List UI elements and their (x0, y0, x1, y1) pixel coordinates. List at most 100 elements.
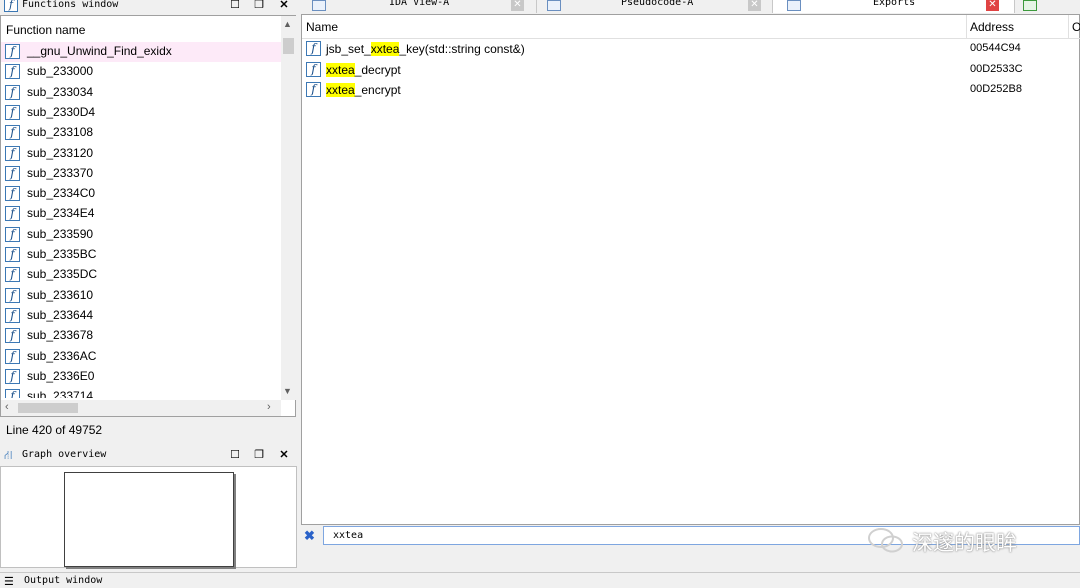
function-list-item[interactable]: f sub_233370 (1, 164, 281, 184)
tab-exports[interactable]: Exports ✕ (773, 0, 1015, 13)
column-divider[interactable] (1068, 15, 1069, 38)
function-name: sub_2335DC (27, 267, 98, 282)
function-list-item[interactable]: f sub_233610 (1, 286, 281, 306)
close-icon[interactable]: ✕ (277, 448, 291, 462)
horizontal-scroll-thumb[interactable] (18, 403, 78, 413)
tab-label: Exports (873, 0, 916, 8)
address-column-header[interactable]: Address (970, 20, 1014, 34)
function-name: sub_2336AC (27, 348, 97, 363)
function-name: sub_2334E4 (27, 206, 95, 221)
function-icon: f (5, 328, 20, 344)
exports-table: Name Address O f jsb_set_xxtea_key(std::s… (301, 14, 1080, 525)
functions-list: f __gnu_Unwind_Find_exidx f sub_233000 f sub_… (1, 42, 281, 398)
export-address: 00D252B8 (970, 83, 1022, 95)
export-row[interactable]: f xxtea_encrypt 00D252B8 (302, 80, 1080, 100)
tab-close-icon[interactable]: ✕ (748, 0, 761, 11)
function-name: sub_233678 (27, 328, 94, 343)
function-icon: f (5, 368, 20, 384)
export-row[interactable]: f jsb_set_xxtea_key(std::string const&) 00… (302, 39, 1080, 59)
function-list-item[interactable]: f sub_233678 (1, 326, 281, 346)
export-name-part: _key(std::string const&) (399, 42, 525, 56)
ordinal-column-header[interactable]: O (1072, 20, 1080, 34)
function-icon: f (5, 287, 20, 303)
search-input-value: xxtea (333, 530, 364, 541)
watermark-text: 深邃的眼眸 (912, 531, 1017, 555)
export-name: jsb_set_xxtea_key(std::string const&) (326, 42, 525, 56)
restore-icon[interactable]: ❐ (252, 448, 266, 462)
tab-bar: IDA View-A ✕ Pseudocode-A ✕ Exports ✕ (302, 0, 1080, 13)
scroll-down-icon[interactable]: ▼ (283, 386, 292, 396)
function-icon: f (5, 44, 20, 59)
export-name: xxtea_encrypt (326, 83, 401, 97)
function-icon: f (5, 226, 20, 242)
function-list-item[interactable]: f sub_233034 (1, 83, 281, 103)
exports-icon (787, 0, 801, 11)
line-status: Line 420 of 49752 (6, 423, 103, 437)
function-name: sub_233610 (27, 287, 94, 302)
graph-overview-title: Graph overview (22, 449, 107, 460)
horizontal-scrollbar[interactable]: ‹ › (1, 400, 281, 416)
graph-overview-panel[interactable] (0, 466, 297, 568)
function-name: sub_2336E0 (27, 368, 95, 383)
maximize-icon[interactable]: ☐ (228, 0, 242, 12)
function-list-item[interactable]: f sub_2335DC (1, 265, 281, 285)
function-list-item[interactable]: f sub_2334C0 (1, 184, 281, 204)
graph-viewport-box[interactable] (64, 472, 234, 567)
function-list-item[interactable]: f __gnu_Unwind_Find_exidx (1, 42, 281, 62)
function-name-header: Function name (6, 23, 86, 37)
tab-pseudocode-a[interactable]: Pseudocode-A ✕ (537, 0, 773, 13)
function-name: sub_233644 (27, 307, 94, 322)
scroll-up-icon[interactable]: ▲ (283, 19, 292, 29)
tab-ida-view-a[interactable]: IDA View-A ✕ (302, 0, 537, 13)
function-list-item[interactable]: f sub_233000 (1, 62, 281, 82)
export-row[interactable]: f xxtea_decrypt 00D2533C (302, 60, 1080, 80)
function-list-item[interactable]: f sub_233644 (1, 306, 281, 326)
function-icon: f (5, 145, 20, 161)
wechat-logo-icon (868, 528, 903, 553)
search-match-highlight: xxtea (370, 42, 400, 56)
functions-status-bar: Line 420 of 49752 (0, 417, 297, 441)
output-window-title: Output window (24, 575, 103, 586)
function-list-item[interactable]: f sub_2335BC (1, 245, 281, 265)
function-name: sub_233370 (27, 165, 94, 180)
scroll-thumb[interactable] (283, 38, 294, 54)
output-icon: ☰ (4, 576, 14, 588)
function-icon: f (5, 64, 20, 80)
functions-window-title: Functions window (22, 0, 119, 10)
scroll-left-icon[interactable]: ‹ (5, 401, 9, 413)
restore-icon[interactable]: ❐ (252, 0, 266, 12)
functions-column-header[interactable]: Function name (1, 16, 281, 43)
export-name-part: jsb_set_ (326, 42, 371, 56)
function-icon: f (5, 389, 20, 398)
tab-strings[interactable] (1015, 0, 1080, 13)
function-list-item[interactable]: f sub_2330D4 (1, 103, 281, 123)
function-name: sub_233120 (27, 145, 94, 160)
function-icon: f (5, 165, 20, 181)
function-list-item[interactable]: f sub_2336AC (1, 347, 281, 367)
function-list-item[interactable]: f sub_233714 (1, 387, 281, 398)
function-list-item[interactable]: f sub_2336E0 (1, 367, 281, 387)
function-list-item[interactable]: f sub_233590 (1, 225, 281, 245)
tab-close-icon[interactable]: ✕ (986, 0, 999, 11)
maximize-icon[interactable]: ☐ (228, 448, 242, 462)
function-icon: f (306, 61, 321, 77)
column-divider[interactable] (966, 15, 967, 38)
scroll-right-icon[interactable]: › (267, 401, 271, 413)
search-match-highlight: xxtea (326, 62, 355, 77)
function-icon: f (5, 247, 20, 262)
graph-overview-titlebar: ⛙ Graph overview ☐ ❐ ✕ (0, 445, 297, 465)
function-name: sub_233590 (27, 226, 94, 241)
function-list-item[interactable]: f sub_2334E4 (1, 204, 281, 224)
close-icon[interactable]: ✕ (277, 0, 291, 12)
function-icon: f (306, 41, 321, 56)
close-search-icon[interactable]: ✖ (304, 528, 315, 544)
vertical-scrollbar[interactable]: ▲ ▼ (281, 16, 296, 400)
tab-close-icon[interactable]: ✕ (511, 0, 524, 11)
function-list-item[interactable]: f sub_233120 (1, 144, 281, 164)
functions-window-titlebar: f Functions window ☐ ❐ ✕ (0, 0, 297, 14)
function-list-item[interactable]: f sub_233108 (1, 123, 281, 143)
export-name-part: _encrypt (354, 83, 401, 97)
function-name: sub_233714 (27, 389, 94, 398)
output-window-titlebar: ☰ Output window (0, 572, 1080, 588)
name-column-header[interactable]: Name (306, 20, 338, 34)
